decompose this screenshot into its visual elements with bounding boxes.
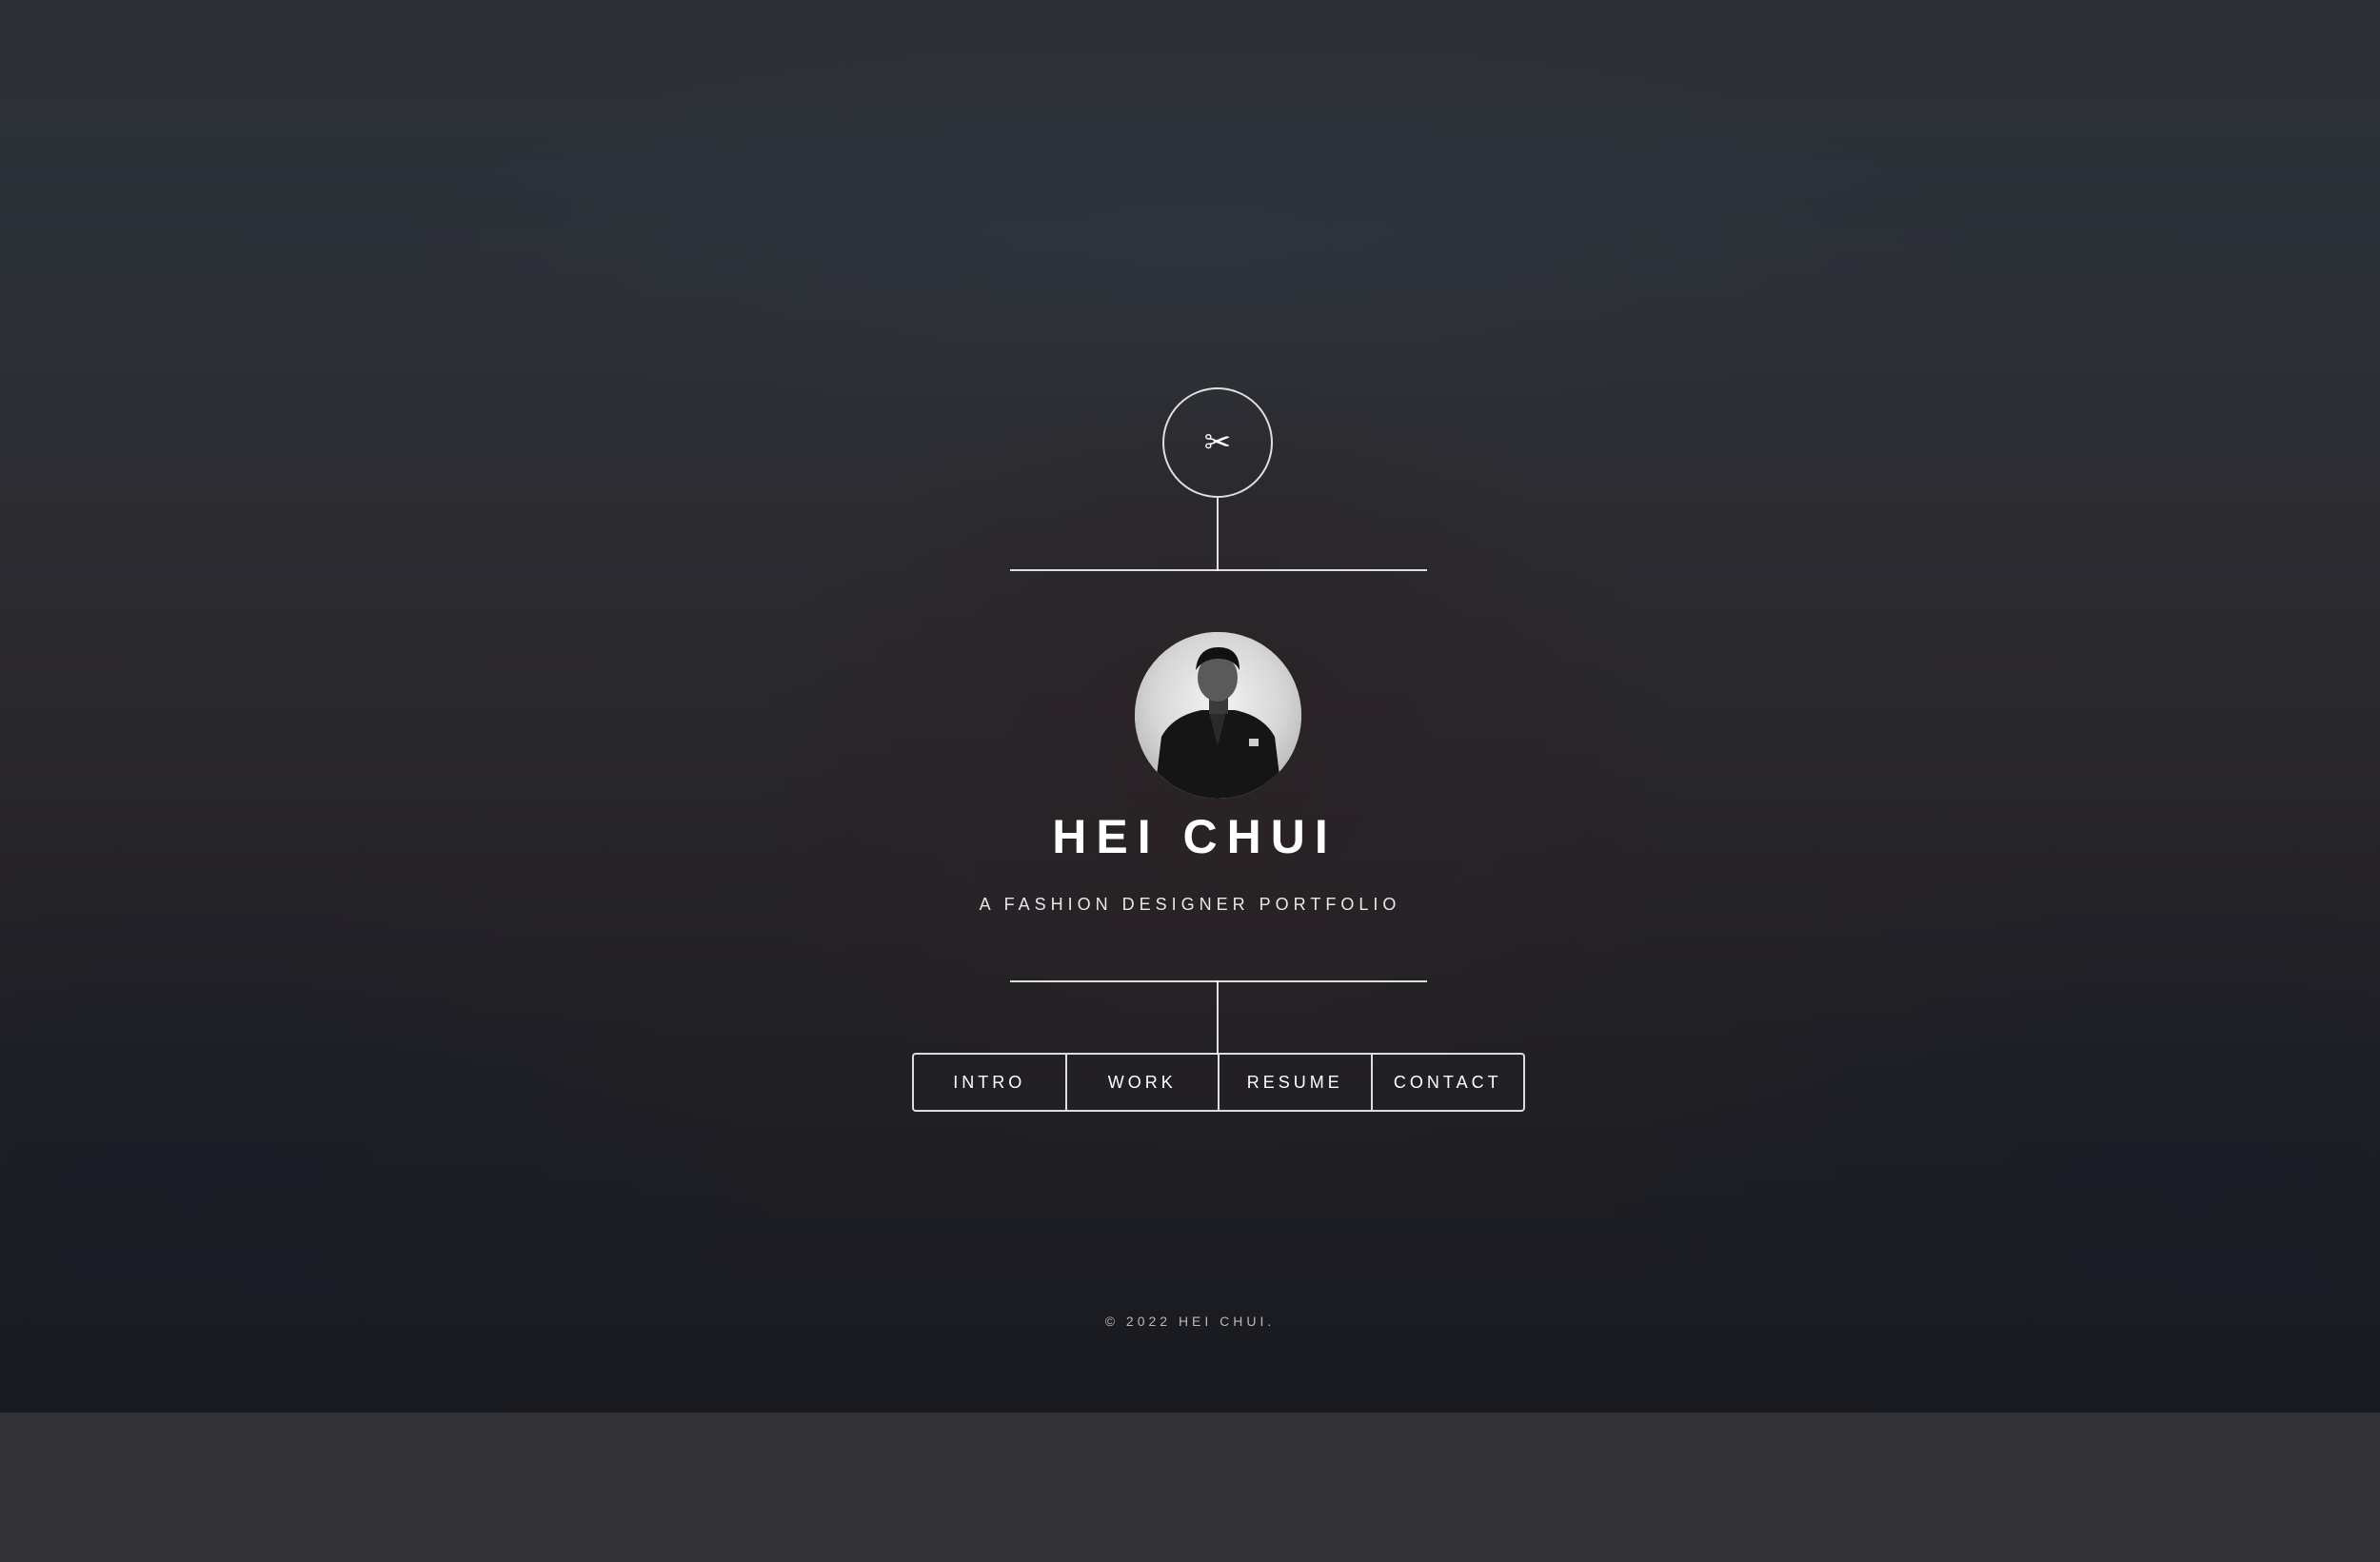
nav-connector-line [1217,980,1219,1055]
profile-tagline: A FASHION DESIGNER PORTFOLIO [979,895,1401,914]
nav-contact[interactable]: CONTACT [1373,1055,1524,1110]
profile-photo [1135,632,1301,799]
nav-intro[interactable]: INTRO [914,1055,1067,1110]
bottom-band [0,1413,2380,1562]
page: ✂ HEI CHUI A FASHION DESIGNER PORTFOLIO … [0,0,2380,1562]
main-nav: INTRO WORK RESUME CONTACT [912,1053,1525,1112]
top-divider [1010,569,1427,571]
avatar [1135,632,1301,799]
footer-copyright: © 2022 HEI CHUI. [1104,1314,1276,1329]
hero-section: ✂ HEI CHUI A FASHION DESIGNER PORTFOLIO … [0,0,2380,1413]
bottom-divider [1010,980,1427,982]
logo-badge: ✂ [1162,387,1273,498]
scissors-icon: ✂ [1203,424,1232,462]
nav-resume[interactable]: RESUME [1220,1055,1373,1110]
nav-work[interactable]: WORK [1067,1055,1220,1110]
logo-connector-line [1217,498,1219,571]
profile-name: HEI CHUI [1052,810,1338,863]
